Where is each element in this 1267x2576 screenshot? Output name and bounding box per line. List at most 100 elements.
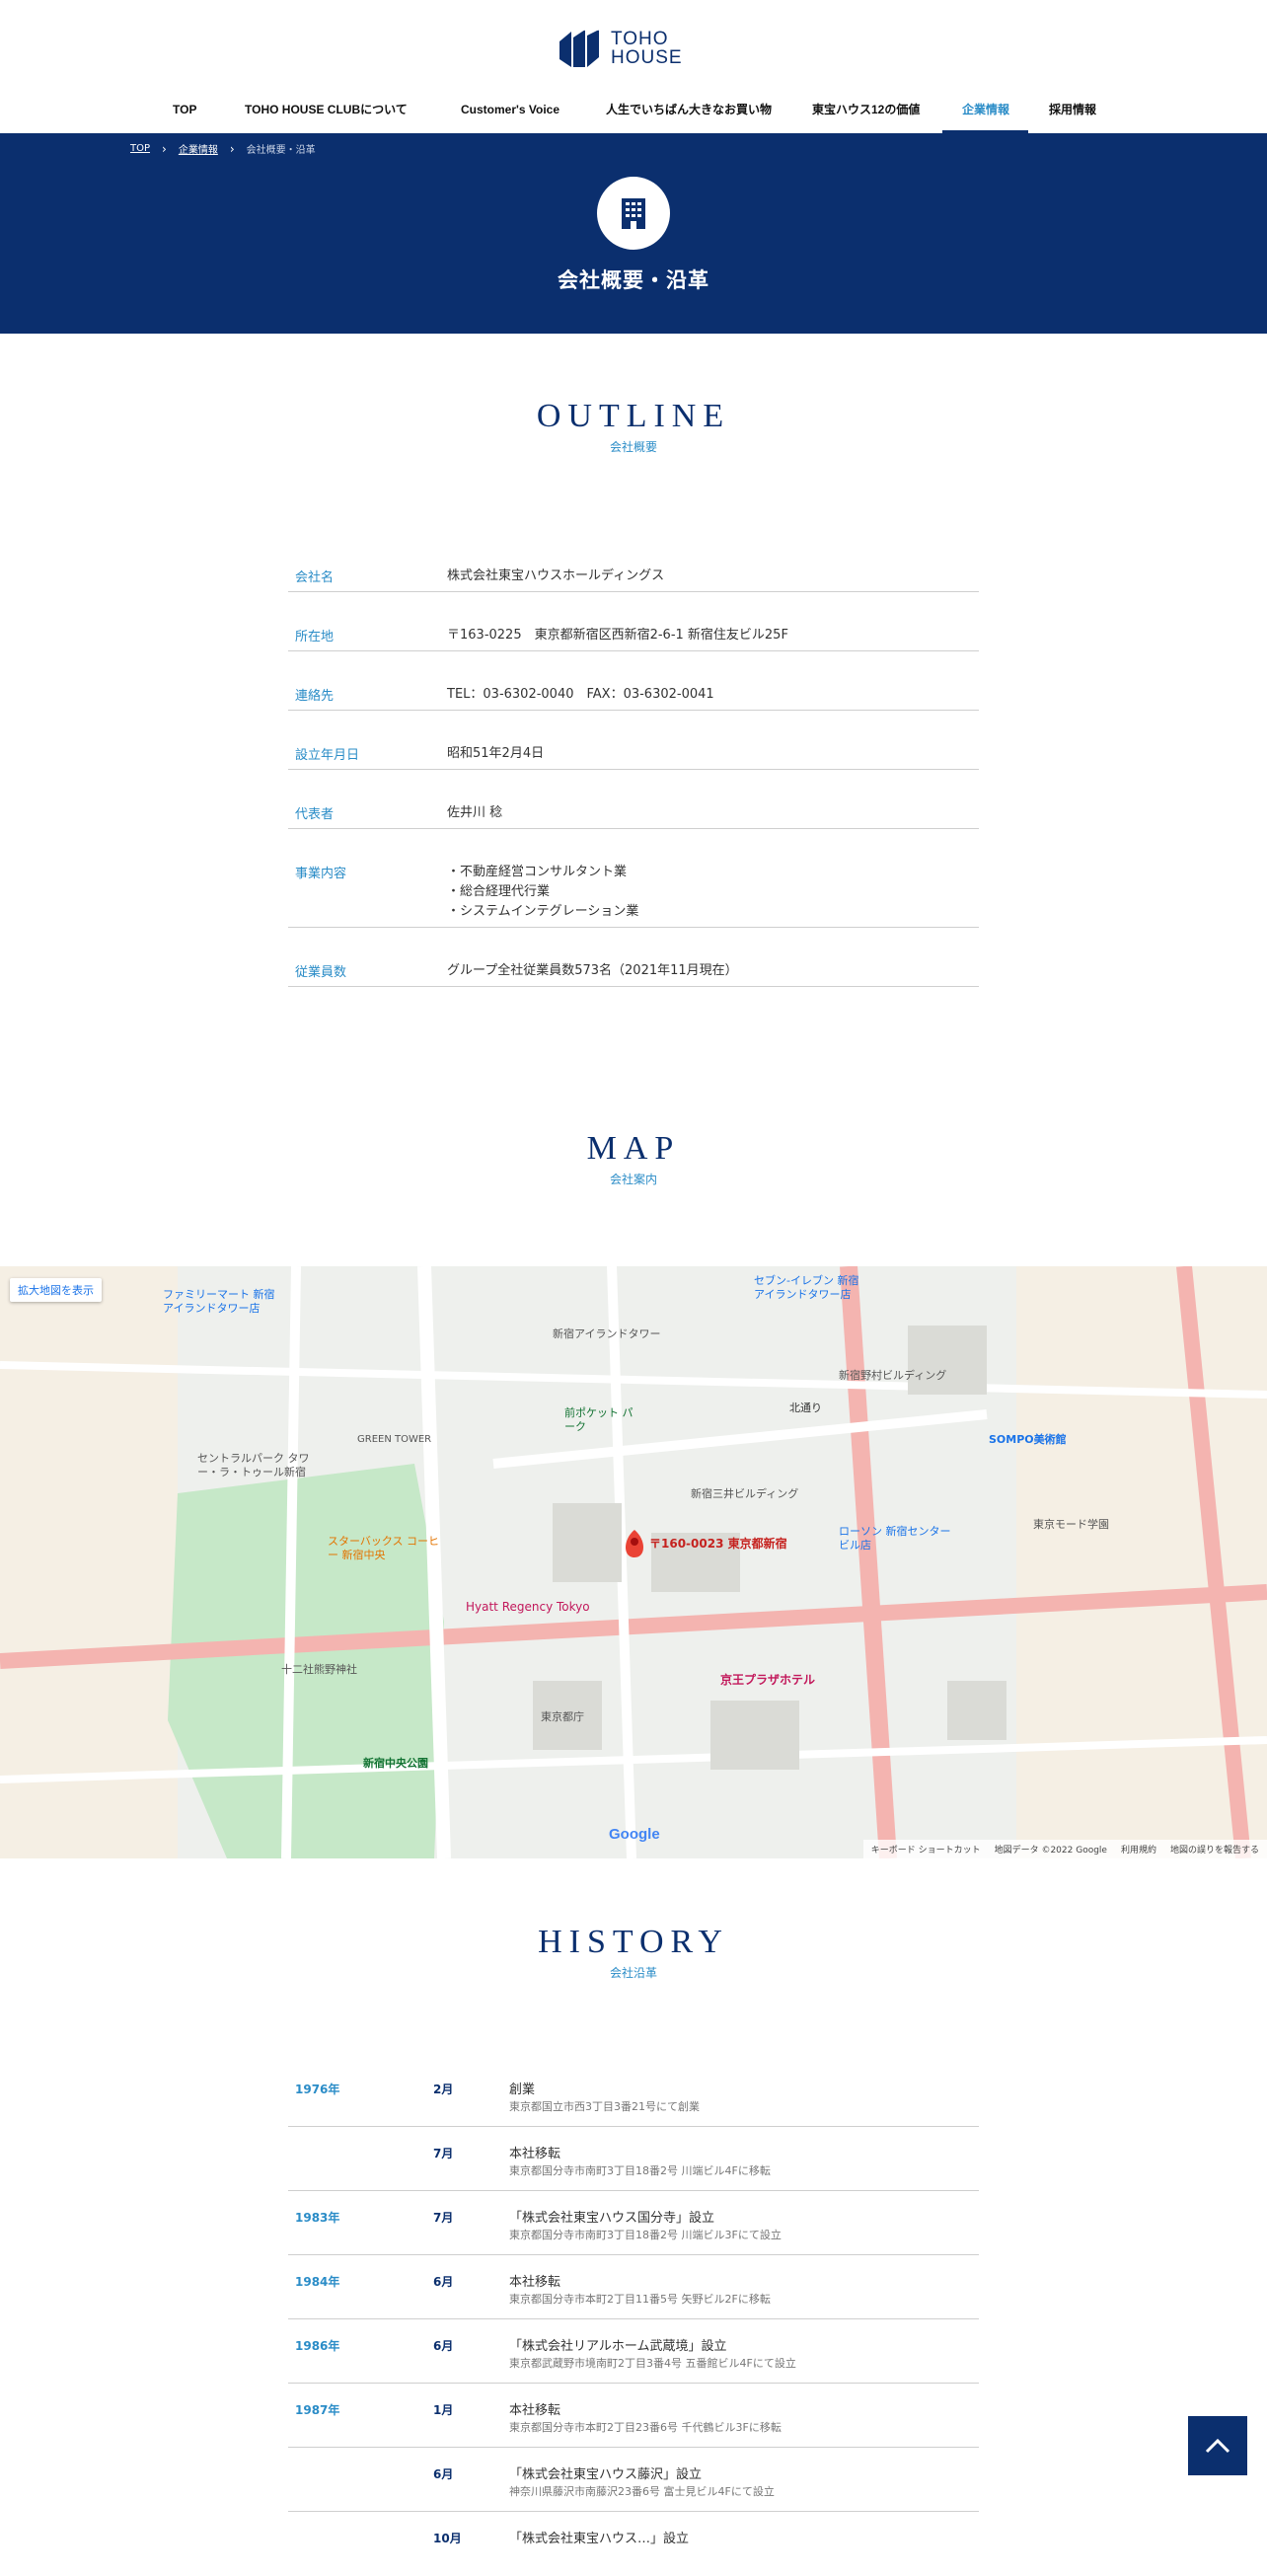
history-month: 2月 (433, 2083, 454, 2096)
map-terms-link[interactable]: 利用規約 (1121, 1843, 1156, 1856)
nav-item-voice[interactable]: Customer's Voice (461, 102, 559, 133)
history-title: 本社移転 (509, 2275, 561, 2290)
outline-heading: OUTLINE 会社概要 (0, 399, 1267, 455)
chevron-right-icon: › (229, 141, 235, 156)
site-logo[interactable]: TOHO HOUSE (556, 28, 683, 69)
history-year: 1984年 (295, 2275, 340, 2289)
history-month: 1月 (433, 2403, 454, 2417)
breadcrumb-top[interactable]: TOP (130, 143, 150, 154)
nav-item-recruit[interactable]: 採用情報 (1049, 102, 1096, 133)
history-title: 創業 (509, 2083, 536, 2097)
map-label: 京王プラザホテル (720, 1673, 816, 1687)
outline-value: グループ全社従業員数573名（2021年11月現在） (447, 963, 738, 978)
breadcrumb: TOP › 企業情報 › 会社概要・沿革 (130, 141, 316, 157)
outline-row: 従業員数 グループ全社従業員数573名（2021年11月現在） (288, 928, 979, 987)
map-label: 前ポケット パーク (564, 1406, 634, 1433)
history-month: 7月 (433, 2147, 454, 2160)
chevron-right-icon: › (162, 141, 167, 156)
map-label: ローソン 新宿センタービル店 (839, 1525, 951, 1552)
back-to-top-button[interactable] (1188, 2416, 1247, 2475)
outline-label: 連絡先 (295, 689, 335, 704)
history-year: 1986年 (295, 2339, 340, 2353)
chevron-up-icon (1205, 2438, 1230, 2454)
outline-row: 連絡先 TEL：03-6302-0040 FAX：03-6302-0041 (288, 651, 979, 711)
history-row: 1987年 1月 本社移転 東京都国分寺市本町2丁目23番6号 千代鶴ビル3Fに… (288, 2384, 979, 2448)
history-title: 本社移転 (509, 2147, 561, 2161)
breadcrumb-company[interactable]: 企業情報 (179, 141, 218, 156)
map-canvas[interactable] (0, 1266, 1267, 1858)
logo-mark-icon (559, 29, 599, 67)
outline-heading-jp: 会社概要 (609, 440, 657, 454)
history-row: 1984年 6月 本社移転 東京都国分寺市本町2丁目11番5号 矢野ビル2Fに移… (288, 2255, 979, 2319)
global-nav: TOP TOHO HOUSE CLUBについて Customer's Voice… (0, 102, 1267, 133)
outline-value: 株式会社東宝ハウスホールディングス (447, 568, 665, 583)
history-heading-jp: 会社沿革 (609, 1966, 657, 1980)
outline-row: 事業内容 ・不動産経営コンサルタント業 ・総合経理代行業 ・システムインテグレー… (288, 829, 979, 928)
map-label: ファミリーマート 新宿アイランドタワー店 (163, 1288, 275, 1315)
google-map[interactable]: 拡大地図を表示 〒160-0023 東京都新宿 Hyatt Regency To… (0, 1266, 1267, 1858)
outline-label: 会社名 (295, 570, 335, 585)
page-hero: TOP › 企業情報 › 会社概要・沿革 会社概要・沿革 (0, 133, 1267, 334)
outline-value: 佐井川 稔 (447, 805, 503, 820)
history-detail: 東京都国分寺市南町3丁目18番2号 川端ビル3Fにて設立 (509, 2229, 782, 2241)
outline-label: 従業員数 (295, 965, 347, 980)
map-label: 北通り (789, 1402, 822, 1414)
history-year: 1987年 (295, 2403, 340, 2417)
map-shortcuts-link[interactable]: キーボード ショートカット (871, 1843, 981, 1856)
history-detail: 東京都国分寺市南町3丁目18番2号 川端ビル4Fに移転 (509, 2164, 771, 2177)
logo-text: TOHO HOUSE (611, 30, 683, 67)
outline-heading-en: OUTLINE (536, 398, 731, 434)
nav-item-top[interactable]: TOP (173, 102, 196, 133)
history-month: 7月 (433, 2211, 454, 2225)
map-label: Hyatt Regency Tokyo (466, 1600, 590, 1614)
history-year: 1983年 (295, 2211, 340, 2225)
site-header: TOHO HOUSE TOP TOHO HOUSE CLUBについて Custo… (0, 0, 1267, 133)
map-label: 新宿野村ビルディング (839, 1369, 947, 1382)
history-title: 本社移転 (509, 2403, 561, 2418)
nav-item-shopping[interactable]: 人生でいちばん大きなお買い物 (606, 102, 772, 133)
map-label: 東京都庁 (541, 1710, 584, 1723)
outline-label: 所在地 (295, 630, 335, 644)
history-detail: 神奈川県藤沢市南藤沢23番6号 富士見ビル4Fにて設立 (509, 2485, 775, 2498)
map-report-link[interactable]: 地図の誤りを報告する (1170, 1843, 1259, 1856)
logo-line-1: TOHO (611, 29, 669, 49)
history-row: 1986年 6月 「株式会社リアルホーム武蔵境」設立 東京都武蔵野市境南町2丁目… (288, 2319, 979, 2384)
outline-row: 設立年月日 昭和51年2月4日 (288, 711, 979, 770)
history-detail: 東京都国分寺市本町2丁目23番6号 千代鶴ビル3Fに移転 (509, 2421, 782, 2434)
map-label: 東京モード学園 (1033, 1518, 1109, 1531)
page-title: 会社概要・沿革 (558, 268, 709, 292)
history-year: 1976年 (295, 2083, 340, 2096)
history-month: 6月 (433, 2275, 454, 2289)
nav-item-value[interactable]: 東宝ハウス12の価値 (812, 102, 920, 133)
history-detail: 東京都国分寺市本町2丁目11番5号 矢野ビル2Fに移転 (509, 2293, 771, 2306)
history-month: 6月 (433, 2339, 454, 2353)
map-heading: MAP 会社案内 (0, 1131, 1267, 1187)
map-heading-en: MAP (586, 1130, 681, 1167)
outline-label: 代表者 (295, 807, 335, 822)
map-footer: キーボード ショートカット 地図データ ©2022 Google 利用規約 地図… (862, 1840, 1267, 1858)
business-line: ・システムインテグレーション業 (447, 904, 639, 919)
history-row: 6月 「株式会社東宝ハウス藤沢」設立 神奈川県藤沢市南藤沢23番6号 富士見ビル… (288, 2448, 979, 2512)
outline-label: 事業内容 (295, 867, 347, 881)
map-label: 新宿アイランドタワー (553, 1327, 661, 1340)
history-month: 6月 (433, 2467, 454, 2481)
map-label: SOMPO美術館 (989, 1433, 1067, 1446)
outline-table: 会社名 株式会社東宝ハウスホールディングス 所在地 〒163-0225 東京都新… (288, 553, 979, 987)
map-pin-label: 〒160-0023 東京都新宿 (649, 1537, 787, 1551)
map-data-credit: 地図データ ©2022 Google (994, 1846, 1107, 1856)
history-heading-en: HISTORY (538, 1924, 729, 1960)
outline-row: 会社名 株式会社東宝ハウスホールディングス (288, 553, 979, 592)
history-title: 「株式会社東宝ハウス…」設立 (509, 2532, 690, 2546)
map-enlarge-button[interactable]: 拡大地図を表示 (10, 1278, 102, 1302)
outline-value: 昭和51年2月4日 (447, 746, 545, 761)
map-heading-jp: 会社案内 (609, 1173, 657, 1186)
outline-value: ・不動産経営コンサルタント業 ・総合経理代行業 ・システムインテグレーション業 (447, 863, 979, 922)
building-icon (622, 198, 645, 229)
nav-item-company[interactable]: 企業情報 (942, 102, 1028, 133)
history-title: 「株式会社東宝ハウス国分寺」設立 (509, 2211, 715, 2226)
history-row: 1976年 2月 創業 東京都国立市西3丁目3番21号にて創業 (288, 2063, 979, 2127)
hero-icon-circle (597, 177, 670, 250)
history-title: 「株式会社リアルホーム武蔵境」設立 (509, 2339, 727, 2354)
nav-item-club[interactable]: TOHO HOUSE CLUBについて (245, 102, 408, 133)
map-label: スターバックス コーヒー 新宿中央 (328, 1535, 440, 1561)
